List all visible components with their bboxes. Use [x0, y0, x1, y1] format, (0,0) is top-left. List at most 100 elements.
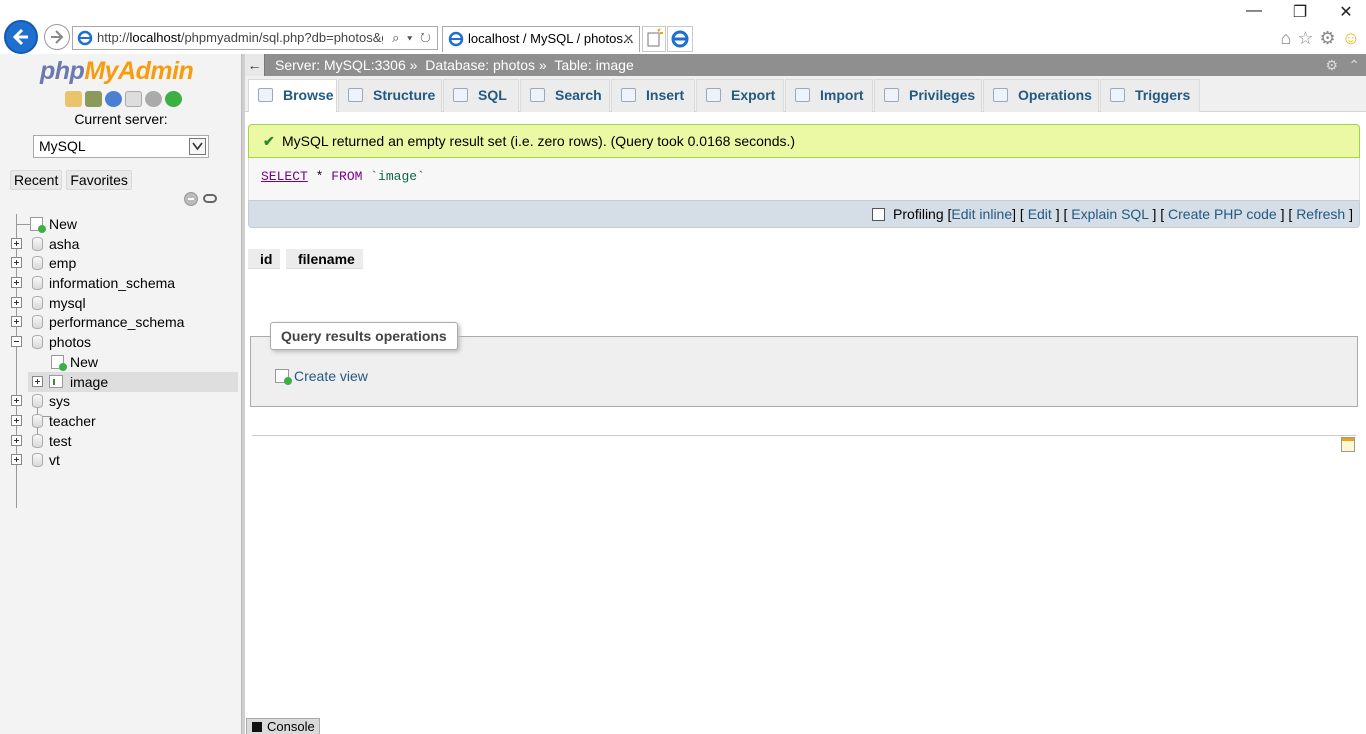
- collapse-icon[interactable]: [11, 336, 22, 347]
- breadcrumb-server[interactable]: Server: MySQL:3306 »: [275, 57, 417, 73]
- edit-link[interactable]: Edit: [1028, 206, 1052, 222]
- current-server-label: Current server:: [74, 111, 168, 127]
- link-icon[interactable]: [203, 194, 217, 203]
- server-select[interactable]: MySQL: [33, 135, 209, 158]
- tree-item-label: emp: [49, 255, 77, 271]
- tab-operations[interactable]: Operations: [983, 79, 1099, 112]
- tab-close-icon[interactable]: ✕: [623, 27, 634, 51]
- insert-icon: [621, 88, 636, 102]
- help-icon[interactable]: [105, 91, 122, 107]
- tab-label: Import: [820, 87, 864, 103]
- column-header-id[interactable]: id: [248, 249, 281, 269]
- expand-icon[interactable]: [11, 238, 22, 249]
- browser-tab[interactable]: localhost / MySQL / photos... ✕: [442, 26, 640, 52]
- tab-triggers[interactable]: Triggers: [1100, 79, 1200, 112]
- ie-tab-icon: [448, 31, 464, 47]
- tree-item-label: test: [49, 433, 72, 449]
- recent-button[interactable]: Recent: [10, 170, 63, 190]
- tree-item-sys[interactable]: sys: [0, 391, 240, 411]
- minimize-icon[interactable]: —: [1244, 2, 1264, 22]
- tab-export[interactable]: Export: [696, 79, 784, 112]
- bookmark-note-icon[interactable]: [1341, 437, 1355, 452]
- maximize-icon[interactable]: ❐: [1290, 2, 1310, 22]
- collapse-topbar-icon[interactable]: ⌃: [1348, 54, 1360, 76]
- tree-item-asha[interactable]: asha: [0, 234, 240, 254]
- explain-sql-link[interactable]: Explain SQL: [1071, 206, 1148, 222]
- tab-bar: Browse Structure SQL Search Insert Expor…: [245, 76, 1366, 112]
- sql-keyword-from: FROM: [331, 169, 363, 184]
- docs-icon[interactable]: [125, 91, 142, 107]
- browser-chrome: http://localhost/phpmyadmin/sql.php?db=p…: [0, 0, 1366, 54]
- tab-label: Export: [731, 87, 776, 103]
- tab-search[interactable]: Search: [520, 79, 610, 112]
- breadcrumb-database[interactable]: Database: photos »: [425, 57, 546, 73]
- expand-icon[interactable]: [11, 435, 22, 446]
- collapse-all-icon[interactable]: [184, 192, 198, 206]
- tree-item-mysql[interactable]: mysql: [0, 293, 240, 313]
- tree-item-vt[interactable]: vt: [0, 450, 240, 470]
- expand-icon[interactable]: [11, 257, 22, 268]
- back-button[interactable]: [4, 20, 38, 54]
- tree-item-label: photos: [49, 334, 92, 350]
- navigation-panel: phpMyAdmin Current server: MySQL Recent …: [0, 54, 242, 734]
- star-icon[interactable]: ☆: [1297, 28, 1313, 49]
- tab-privileges[interactable]: Privileges: [874, 79, 982, 112]
- sql-query-display[interactable]: SELECT * FROM `image`: [248, 158, 1360, 200]
- ie-logo-button[interactable]: [667, 26, 693, 52]
- tree-item-teacher[interactable]: teacher: [0, 411, 240, 431]
- address-tools[interactable]: ⌕ ▾ ↻: [392, 27, 433, 49]
- tree-item-information-schema[interactable]: information_schema: [0, 273, 240, 293]
- breadcrumb-table[interactable]: Table: image: [554, 57, 633, 73]
- column-header-filename[interactable]: filename: [286, 249, 363, 269]
- smiley-icon[interactable]: ☺: [1342, 28, 1360, 49]
- tab-label: Operations: [1018, 87, 1092, 103]
- reload-icon[interactable]: [165, 91, 182, 107]
- create-view-link[interactable]: Create view: [275, 368, 368, 385]
- tab-browse[interactable]: Browse: [248, 79, 337, 112]
- address-bar[interactable]: http://localhost/phpmyadmin/sql.php?db=p…: [72, 26, 438, 50]
- tree-item-new[interactable]: New: [0, 214, 240, 234]
- tree-item-label: image: [70, 374, 109, 390]
- favorites-button[interactable]: Favorites: [66, 170, 132, 190]
- toggle-nav-arrow-icon[interactable]: ←: [245, 54, 265, 76]
- tab-insert[interactable]: Insert: [611, 79, 695, 112]
- expand-icon[interactable]: [11, 395, 22, 406]
- expand-icon[interactable]: [11, 316, 22, 327]
- expand-icon[interactable]: [11, 277, 22, 288]
- tree-item-test[interactable]: test: [0, 431, 240, 451]
- phpmyadmin-logo[interactable]: phpMyAdmin: [40, 57, 194, 86]
- console-toggle[interactable]: Console: [246, 718, 320, 734]
- new-tab-button[interactable]: [642, 26, 666, 52]
- gear-icon[interactable]: ⚙: [1325, 54, 1338, 76]
- logout-icon[interactable]: [85, 91, 102, 107]
- close-window-icon[interactable]: ✕: [1336, 2, 1356, 22]
- tree-item-emp[interactable]: emp: [0, 253, 240, 273]
- tab-structure[interactable]: Structure: [338, 79, 442, 112]
- expand-icon[interactable]: [11, 415, 22, 426]
- tree-item-image[interactable]: image: [28, 372, 238, 392]
- expand-icon[interactable]: [11, 297, 22, 308]
- tab-label: Triggers: [1135, 87, 1191, 103]
- expand-icon[interactable]: [32, 376, 43, 387]
- sql-keyword-select[interactable]: SELECT: [261, 169, 308, 184]
- tree-item-performance-schema[interactable]: performance_schema: [0, 312, 240, 332]
- database-icon: [32, 394, 43, 408]
- profiling-checkbox[interactable]: [872, 208, 886, 221]
- tab-sql[interactable]: SQL: [443, 79, 519, 112]
- home-icon[interactable]: [65, 91, 82, 107]
- expand-icon[interactable]: [11, 454, 22, 465]
- tree-item-photos[interactable]: photos: [0, 332, 240, 352]
- database-icon: [32, 453, 43, 467]
- tree-item-new-table[interactable]: New: [0, 352, 240, 372]
- recent-favorites: Recent Favorites: [10, 170, 132, 190]
- settings-icon[interactable]: [145, 91, 162, 107]
- edit-inline-link[interactable]: Edit inline: [951, 206, 1012, 222]
- database-icon: [32, 256, 43, 270]
- tree-item-label: information_schema: [49, 275, 176, 291]
- tab-import[interactable]: Import: [785, 79, 873, 112]
- gear-icon[interactable]: ⚙: [1319, 28, 1335, 49]
- forward-button[interactable]: [44, 24, 70, 50]
- refresh-link[interactable]: Refresh: [1296, 206, 1345, 222]
- create-php-code-link[interactable]: Create PHP code: [1168, 206, 1277, 222]
- home-icon[interactable]: ⌂: [1280, 28, 1291, 49]
